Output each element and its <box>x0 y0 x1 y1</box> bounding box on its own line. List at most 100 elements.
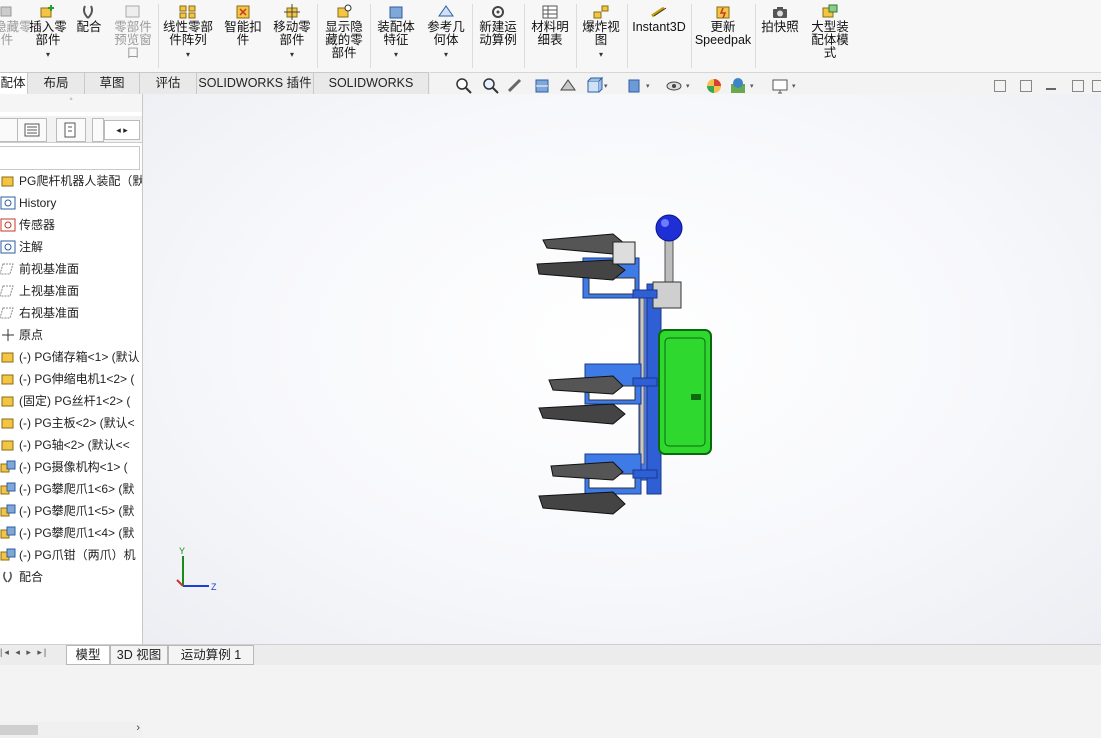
tree-filter-input[interactable] <box>0 146 140 170</box>
apply-scene-icon[interactable] <box>728 76 748 96</box>
tree-item[interactable]: (-) PG攀爬爪1<6> (默 <box>0 478 142 500</box>
previous-view-icon[interactable] <box>506 76 526 96</box>
snapshot-icon <box>773 7 787 18</box>
dropdown-caret-icon[interactable]: ▾ <box>373 48 419 61</box>
hide-part-button[interactable]: 隐藏零 件 <box>0 4 32 47</box>
assembly-root-icon <box>1 176 14 187</box>
tree-item[interactable]: History <box>0 192 142 214</box>
insert-component-button[interactable]: 插入零 部件 ▾ <box>26 4 70 61</box>
minimize-icon[interactable] <box>1046 88 1056 90</box>
scrollbar-thumb[interactable] <box>0 725 38 735</box>
smart-fastener-icon <box>236 5 250 19</box>
tree-item-label: 传感器 <box>19 218 56 232</box>
ribbon-separator <box>576 4 577 68</box>
tree-root-assembly[interactable]: PG爬杆机器人装配（默认< <box>0 170 142 192</box>
ball-highlight <box>661 219 669 227</box>
tab-motion-study-1[interactable]: 运动算例 1 <box>168 645 254 665</box>
section-view-icon[interactable] <box>532 76 552 96</box>
tree-item[interactable]: 原点 <box>0 324 142 346</box>
graphics-area[interactable]: Y Z <box>143 94 1101 644</box>
ribbon-separator <box>472 4 473 68</box>
new-motion-study-button[interactable]: 新建运 动算例 <box>475 4 521 47</box>
panel-horizontal-scrollbar[interactable]: › <box>0 722 142 738</box>
tree-item[interactable]: (-) PG攀爬爪1<5> (默 <box>0 500 142 522</box>
dropdown-caret-icon[interactable]: ▾ <box>270 48 314 61</box>
tree-item[interactable]: (-) PG轴<2> (默认<< <box>0 434 142 456</box>
reference-geometry-button[interactable]: 参考几 何体 ▾ <box>423 4 469 61</box>
move-component-button[interactable]: 移动零 部件 ▾ <box>270 4 314 61</box>
view-settings-icon[interactable] <box>770 76 790 96</box>
tree-item[interactable]: 前视基准面 <box>0 258 142 280</box>
update-speedpak-button[interactable]: 更新 Speedpak <box>694 4 752 47</box>
subassembly-icon <box>0 460 16 473</box>
ribbon-separator <box>370 4 371 68</box>
mate-button[interactable]: 配合 <box>74 4 104 34</box>
feature-manager-tab[interactable] <box>0 118 18 142</box>
component-preview-button[interactable]: 零部件 预览窗 口 <box>110 4 156 60</box>
hide-show-caret-icon[interactable]: ▾ <box>686 82 690 90</box>
tree-item[interactable]: (-) PG攀爬爪1<4> (默 <box>0 522 142 544</box>
property-manager-tab[interactable] <box>17 118 47 142</box>
bom-button[interactable]: 材料明 细表 <box>527 4 573 47</box>
display-style-icon[interactable] <box>624 76 644 96</box>
view-orientation-icon[interactable] <box>584 76 604 96</box>
linear-pattern-button[interactable]: 线性零部 件阵列 ▾ <box>160 4 216 61</box>
tree-item[interactable]: 右视基准面 <box>0 302 142 324</box>
display-style-caret-icon[interactable]: ▾ <box>646 82 650 90</box>
linear-pattern-icon <box>179 5 196 19</box>
dropdown-caret-icon[interactable]: ▾ <box>578 48 624 61</box>
tab-scroll-arrows[interactable]: |◂ ◂ ▸ ▸| <box>0 647 62 661</box>
tree-item[interactable]: (固定) PG丝杆1<2> ( <box>0 390 142 412</box>
bom-icon <box>542 5 558 19</box>
tab-layout[interactable]: 布局 <box>27 72 85 94</box>
dropdown-caret-icon[interactable]: ▾ <box>26 48 70 61</box>
dynamic-annotation-icon[interactable] <box>558 76 578 96</box>
view-settings-caret-icon[interactable]: ▾ <box>792 82 796 90</box>
tree-item[interactable]: 上视基准面 <box>0 280 142 302</box>
tree-item[interactable]: (-) PG爪钳（两爪）机 <box>0 544 142 566</box>
ribbon-separator <box>627 4 628 68</box>
robot-assembly-model[interactable]: Y Z <box>143 94 1101 644</box>
smart-fastener-button[interactable]: 智能扣 件 <box>221 4 265 47</box>
dropdown-caret-icon[interactable]: ▾ <box>423 48 469 61</box>
restore-icon[interactable] <box>1072 80 1084 92</box>
previous-window-icon[interactable] <box>994 80 1006 92</box>
large-assembly-mode-button[interactable]: 大型装 配体模 式 <box>806 4 854 60</box>
next-window-icon[interactable] <box>1020 80 1032 92</box>
zoom-to-area-icon[interactable] <box>480 76 500 96</box>
apply-scene-caret-icon[interactable]: ▾ <box>750 82 754 90</box>
tree-item[interactable]: (-) PG伸缩电机1<2> ( <box>0 368 142 390</box>
edit-appearance-icon[interactable] <box>704 76 724 96</box>
panel-tab-scroll-arrows[interactable]: ◂ ▸ <box>104 120 140 140</box>
show-hidden-components-button[interactable]: 显示隐 藏的零 部件 <box>322 4 366 60</box>
configuration-manager-tab[interactable] <box>56 118 86 142</box>
assembly-feature-button[interactable]: 装配体 特征 ▾ <box>373 4 419 61</box>
tab-assembly[interactable]: 配体 <box>0 72 28 94</box>
view-orientation-caret-icon[interactable]: ▾ <box>604 82 608 90</box>
tab-sketch[interactable]: 草图 <box>84 72 140 94</box>
tree-item[interactable]: (-) PG主板<2> (默认< <box>0 412 142 434</box>
tab-solidworks-addins[interactable]: SOLIDWORKS 插件 <box>196 72 314 94</box>
close-window-icon[interactable] <box>1092 80 1101 92</box>
exploded-view-button[interactable]: 爆炸视 图 ▾ <box>578 4 624 61</box>
tree-item[interactable]: 注解 <box>0 236 142 258</box>
hide-show-items-icon[interactable] <box>664 76 684 96</box>
tab-model[interactable]: 模型 <box>66 645 110 665</box>
top-claw-assembly <box>536 233 640 299</box>
snapshot-button[interactable]: 拍快照 <box>758 4 802 34</box>
panel-collapse-handle[interactable]: ◦ <box>0 94 142 112</box>
tree-item[interactable]: (-) PG储存箱<1> (默认 <box>0 346 142 368</box>
zoom-to-fit-icon[interactable] <box>454 76 474 96</box>
tab-3d-view[interactable]: 3D 视图 <box>110 645 168 665</box>
tab-evaluate[interactable]: 评估 <box>139 72 197 94</box>
dropdown-caret-icon[interactable]: ▾ <box>160 48 216 61</box>
scroll-right-arrow-icon[interactable]: › <box>136 722 140 734</box>
instant3d-button[interactable]: Instant3D <box>630 4 688 34</box>
reference-geometry-icon <box>438 5 454 17</box>
tree-item[interactable]: (-) PG摄像机构<1> ( <box>0 456 142 478</box>
tree-item[interactable]: 传感器 <box>0 214 142 236</box>
tab-solidworks-mbd[interactable]: SOLIDWORKS MBD <box>313 72 429 111</box>
tree-item-label: History <box>19 196 57 210</box>
tree-item[interactable]: 配合 <box>0 566 142 588</box>
dimxpert-tab[interactable] <box>92 118 104 142</box>
